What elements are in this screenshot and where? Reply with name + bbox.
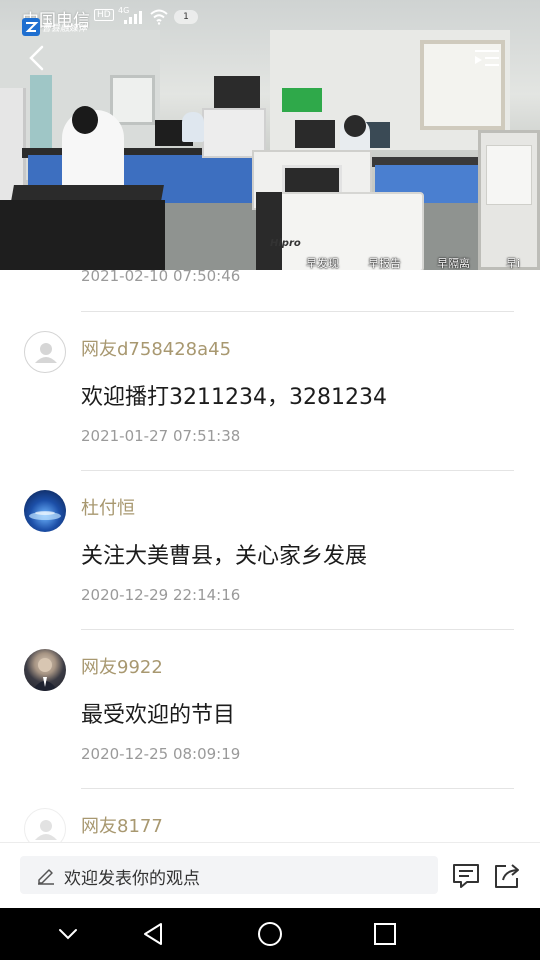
- nav-back-icon[interactable]: [140, 920, 170, 948]
- default-user-icon: [35, 343, 57, 363]
- avatar[interactable]: [24, 331, 66, 373]
- comment-time: 2021-02-10 07:50:46: [81, 270, 241, 285]
- comment-icon[interactable]: [451, 862, 481, 890]
- share-icon[interactable]: [492, 862, 522, 890]
- hd-badge: HD: [94, 9, 114, 21]
- comment-username[interactable]: 网友8177: [81, 812, 163, 838]
- avatar[interactable]: [24, 808, 66, 842]
- video-caption: 早i: [506, 257, 521, 270]
- video-scene-door: [30, 75, 52, 155]
- system-navigation-bar: [0, 908, 540, 960]
- app-logo-text: 曹县融媒体: [42, 24, 88, 34]
- signal-icon: [124, 10, 144, 24]
- avatar[interactable]: [24, 649, 66, 691]
- video-scene-person-head: [344, 115, 366, 137]
- video-scene-machine: [214, 76, 260, 110]
- avatar[interactable]: [24, 490, 66, 532]
- collapse-down-icon[interactable]: [53, 920, 83, 948]
- comment-item[interactable]: 杜付恒 关注大美曹县，关心家乡发展 2020-12-29 22:14:16: [0, 471, 540, 630]
- comment-time: 2021-01-27 07:51:38: [81, 427, 241, 445]
- comment-text: 欢迎播打3211234，3281234: [81, 385, 387, 410]
- comment-item[interactable]: 网友9922 最受欢迎的节目 2020-12-25 08:09:19: [0, 630, 540, 789]
- comment-item[interactable]: 网友8177: [0, 789, 540, 842]
- video-scene-hipro-side: [256, 192, 282, 270]
- avatar-image-icon: [29, 511, 61, 520]
- video-scene-green-box: [282, 88, 322, 112]
- comment-input-bar: 欢迎发表你的观点: [0, 842, 540, 908]
- video-caption: 早发现: [306, 257, 339, 270]
- avatar-photo-icon: [32, 658, 58, 691]
- nav-recents-icon[interactable]: [370, 920, 400, 948]
- video-caption: 早隔离: [437, 257, 470, 270]
- video-caption-bar: 早发现 早报告 早隔离 早i: [300, 255, 540, 270]
- video-scene-cabinet-panel: [486, 145, 532, 205]
- wifi-icon: [150, 9, 168, 25]
- comment-username[interactable]: 网友d758428a45: [81, 335, 231, 361]
- video-player[interactable]: Hipro 中国电信 HD 4G 1 曹县融媒体 早发现 早报告 早隔离 早i: [0, 0, 540, 270]
- comment-time: 2020-12-29 22:14:16: [81, 586, 241, 604]
- comment-text: 最受欢迎的节目: [81, 703, 236, 728]
- comment-text: 关注大美曹县，关心家乡发展: [81, 544, 368, 569]
- comment-time: 2020-12-25 08:09:19: [81, 745, 241, 763]
- hipro-brand-label: Hipro: [270, 238, 301, 249]
- video-caption: 早报告: [368, 257, 401, 270]
- comment-list[interactable]: 2021-02-10 07:50:46 网友d758428a45 欢迎播打321…: [0, 270, 540, 842]
- comment-username[interactable]: 网友9922: [81, 653, 163, 679]
- comment-input[interactable]: 欢迎发表你的观点: [20, 856, 438, 894]
- video-scene-person-head: [72, 106, 98, 134]
- back-icon[interactable]: [24, 44, 50, 72]
- nav-home-icon[interactable]: [255, 920, 285, 948]
- video-scene-window: [110, 75, 155, 125]
- app-logo-icon: [22, 18, 40, 36]
- comment-username[interactable]: 杜付恒: [81, 494, 135, 520]
- video-scene-person: [182, 112, 204, 142]
- comment-item[interactable]: 网友d758428a45 欢迎播打3211234，3281234 2021-01…: [0, 312, 540, 471]
- pencil-icon: [38, 869, 54, 885]
- playlist-menu-icon[interactable]: [472, 48, 502, 72]
- status-bar: 中国电信 HD 4G 1 曹县融媒体: [0, 0, 540, 36]
- notification-count: 1: [174, 10, 198, 24]
- video-scene-monitor: [295, 120, 335, 148]
- comment-input-placeholder: 欢迎发表你的观点: [64, 869, 200, 889]
- video-scene-printer: [0, 200, 165, 270]
- default-user-icon: [35, 820, 57, 840]
